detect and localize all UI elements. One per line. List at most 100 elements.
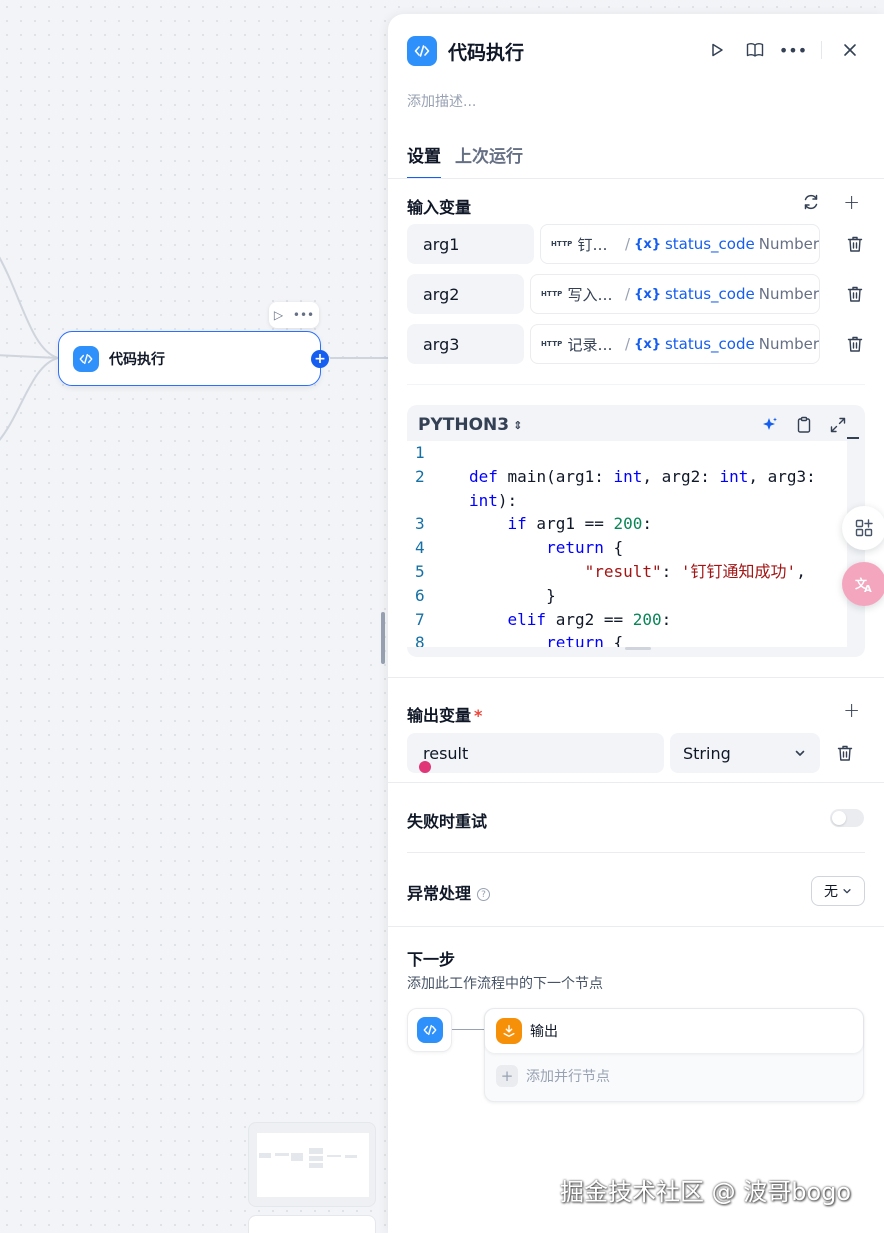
retry-label: 失败时重试 [407,812,488,831]
run-icon[interactable] [707,40,727,60]
tab-divider [388,178,884,179]
clipboard-icon[interactable] [795,416,813,438]
add-output-var-icon[interactable]: + [843,698,860,722]
delete-icon[interactable] [835,743,855,763]
line-number: 7 [415,609,425,629]
minimap-viewport [257,1133,369,1197]
path-separator: / [625,285,631,303]
add-next-node-icon[interactable]: + [311,350,329,368]
code-line: int): [407,489,847,513]
error-handling-select[interactable]: 无 [811,876,865,906]
http-icon: HTTP [541,290,563,298]
chevron-down-icon [795,750,805,756]
next-node-output[interactable]: 输出 [485,1009,863,1053]
input-var-row: arg2 HTTP 写入数... / {x} status_code Numbe… [407,274,865,314]
watermark: 掘金技术社区 @ 波哥bogo [560,1178,852,1206]
var-name-field[interactable]: arg1 [407,224,534,264]
line-number: 5 [415,561,425,581]
line-text: int): [469,490,518,510]
workflow-canvas[interactable]: ▷ ••• 代码执行 + [0,0,388,1233]
error-handling-value: 无 [824,884,838,900]
var-ref-selector[interactable]: HTTP 写入数... / {x} status_code Number [530,274,820,314]
language-selector[interactable]: PYTHON3 ⇕ [418,415,522,435]
output-type-select[interactable]: String [670,733,820,773]
canvas-edges [0,256,388,441]
add-input-var-icon[interactable]: + [843,190,860,214]
panel-header: 代码执行 ••• [407,36,884,66]
delete-icon[interactable] [845,334,865,354]
ai-sparkle-icon[interactable] [761,416,779,438]
book-icon[interactable] [745,40,765,60]
tab-last-run[interactable]: 上次运行 [455,142,523,179]
zoom-controls[interactable] [248,1215,376,1233]
line-number: 8 [415,633,425,647]
var-name-field[interactable]: arg3 [407,324,524,364]
variable-name: status_code [664,335,755,353]
chevron-updown-icon: ⇕ [513,418,523,432]
next-step-description: 添加此工作流程中的下一个节点 [407,976,603,992]
minimap[interactable] [248,1122,376,1207]
close-icon[interactable] [840,40,860,60]
description-input[interactable]: 添加描述... [407,91,476,111]
line-text: "result": '钉钉通知成功', [584,561,806,581]
next-nodes-box: 输出 + 添加并行节点 [484,1008,864,1102]
line-text: elif arg2 == 200: [507,609,672,629]
line-text: return { [546,538,624,558]
code-text-area[interactable]: 1 2 def main(arg1: int, arg2: int, arg3: … [407,441,847,647]
current-node-block [407,1008,452,1052]
run-node-icon[interactable]: ▷ [274,308,283,322]
panel-title[interactable]: 代码执行 [448,38,524,65]
code-node[interactable]: 代码执行 [58,331,321,386]
panel-resize-handle[interactable] [381,612,385,664]
delete-icon[interactable] [845,284,865,304]
node-title: 代码执行 [109,351,165,368]
tab-settings[interactable]: 设置 [407,142,441,179]
editor-indicator [847,437,859,439]
var-ref-selector[interactable]: HTTP 钉钉通... / {x} status_code Number [540,224,820,264]
plus-icon: + [496,1065,518,1087]
line-number: 2 [415,466,425,486]
line-text: return { [546,633,624,647]
apps-icon[interactable] [842,506,884,550]
divider [821,41,822,59]
line-number: 4 [415,538,425,558]
variable-name: status_code [664,235,755,253]
variable-icon: {x} [634,286,661,302]
line-number [407,489,445,513]
code-icon [73,345,99,372]
variable-type: Number [758,335,819,353]
error-handling-label: 异常处理 [407,884,472,903]
output-node-icon [496,1018,522,1044]
http-icon: HTTP [551,240,573,248]
source-node-name: 钉钉通... [577,235,622,254]
variable-type: Number [758,235,819,253]
cursor-marker [419,761,431,773]
next-node-label: 输出 [530,1024,558,1040]
input-var-row: arg3 HTTP 记录到... / {x} status_code Numbe… [407,324,865,364]
var-name-field[interactable]: arg2 [407,274,524,314]
code-line: 3 if arg1 == 200: [407,512,847,536]
retry-toggle[interactable] [830,809,864,827]
delete-icon[interactable] [845,234,865,254]
input-var-row: arg1 HTTP 钉钉通... / {x} status_code Numbe… [407,224,865,264]
editor-resize-handle[interactable] [625,647,651,650]
line-number: 3 [415,514,425,534]
more-icon[interactable]: ••• [779,40,807,60]
line-text [445,441,469,465]
section-divider [407,384,865,385]
translate-icon[interactable]: 文A [842,562,884,606]
output-type-value: String [683,743,731,763]
more-options-icon[interactable]: ••• [293,308,314,322]
help-icon[interactable]: ? [477,888,491,901]
code-line: 7 elif arg2 == 200: [407,608,847,632]
add-parallel-label: 添加并行节点 [526,1069,610,1085]
output-var-name-field[interactable]: result [407,733,664,773]
expand-icon[interactable] [829,416,847,438]
section-divider [388,926,884,927]
line-text: if arg1 == 200: [507,514,653,534]
path-separator: / [625,335,631,353]
var-ref-selector[interactable]: HTTP 记录到... / {x} status_code Number [530,324,820,364]
section-divider [388,782,884,783]
add-parallel-node-button[interactable]: + 添加并行节点 [496,1065,610,1087]
refresh-icon[interactable] [802,193,820,216]
